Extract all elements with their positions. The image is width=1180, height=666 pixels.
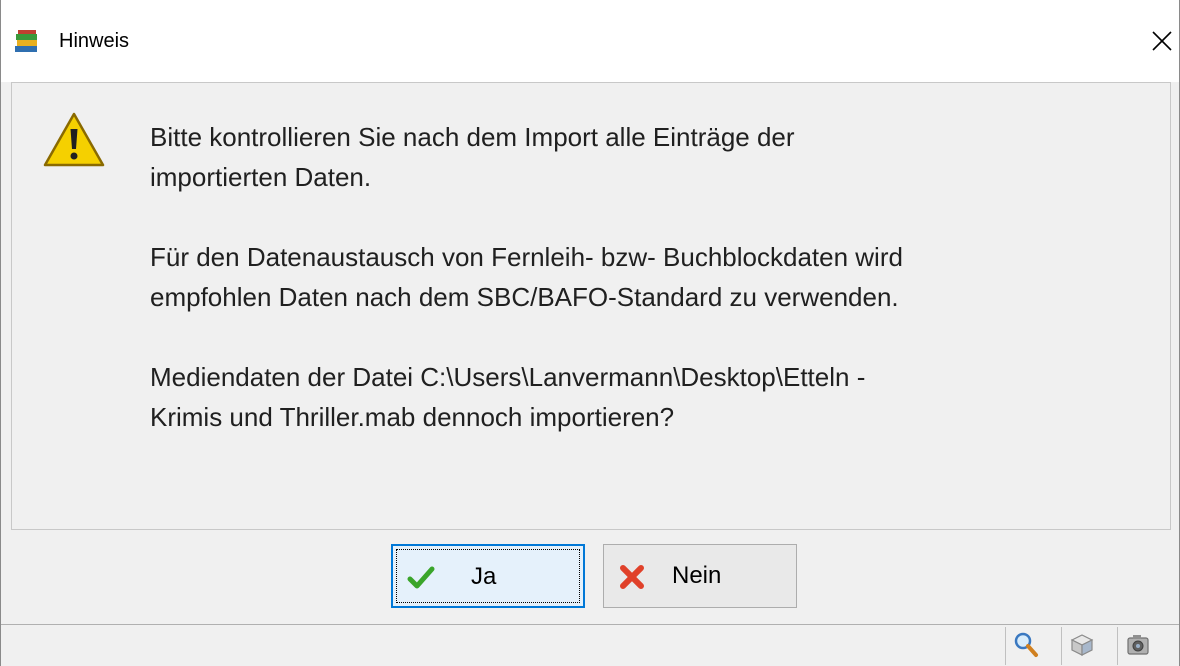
magnifier-icon	[1014, 632, 1038, 657]
close-button[interactable]	[1147, 26, 1177, 56]
message-paragraph-1: Bitte kontrollieren Sie nach dem Import …	[150, 117, 1130, 197]
box-icon	[1070, 634, 1094, 656]
statusbar-box-button[interactable]	[1061, 627, 1099, 665]
message-line: Bitte kontrollieren Sie nach dem Import …	[150, 122, 795, 152]
statusbar-camera-button[interactable]	[1117, 627, 1155, 665]
message-line: importierten Daten.	[150, 162, 372, 192]
close-icon	[1152, 31, 1172, 51]
statusbar-search-button[interactable]	[1005, 627, 1043, 665]
yes-button-label: Ja	[471, 563, 497, 590]
button-bar: Ja Nein	[11, 530, 1171, 624]
title-bar: Hinweis	[1, 0, 1179, 82]
x-mark-icon	[618, 563, 646, 591]
message-paragraph-3: Mediendaten der Datei C:\Users\Lanverman…	[150, 357, 1130, 437]
status-bar	[1, 624, 1179, 666]
camera-icon	[1127, 635, 1149, 655]
message-line: empfohlen Daten nach dem SBC/BAFO-Standa…	[150, 282, 899, 312]
dialog-window: Hinweis Bitte kontrollieren Sie nach dem…	[0, 0, 1180, 666]
message-paragraph-2: Für den Datenaustausch von Fernleih- bzw…	[150, 237, 1130, 317]
message-line: Krimis und Thriller.mab dennoch importie…	[150, 402, 675, 432]
message-line: Für den Datenaustausch von Fernleih- bzw…	[150, 242, 903, 272]
books-app-icon	[13, 28, 41, 56]
yes-button[interactable]: Ja	[391, 544, 585, 608]
window-title: Hinweis	[59, 30, 130, 52]
no-button[interactable]: Nein	[603, 544, 797, 608]
message-line: Mediendaten der Datei C:\Users\Lanverman…	[150, 362, 866, 392]
warning-icon	[42, 111, 106, 169]
no-button-label: Nein	[672, 562, 722, 589]
message-panel: Bitte kontrollieren Sie nach dem Import …	[11, 82, 1171, 530]
checkmark-icon	[407, 564, 435, 592]
